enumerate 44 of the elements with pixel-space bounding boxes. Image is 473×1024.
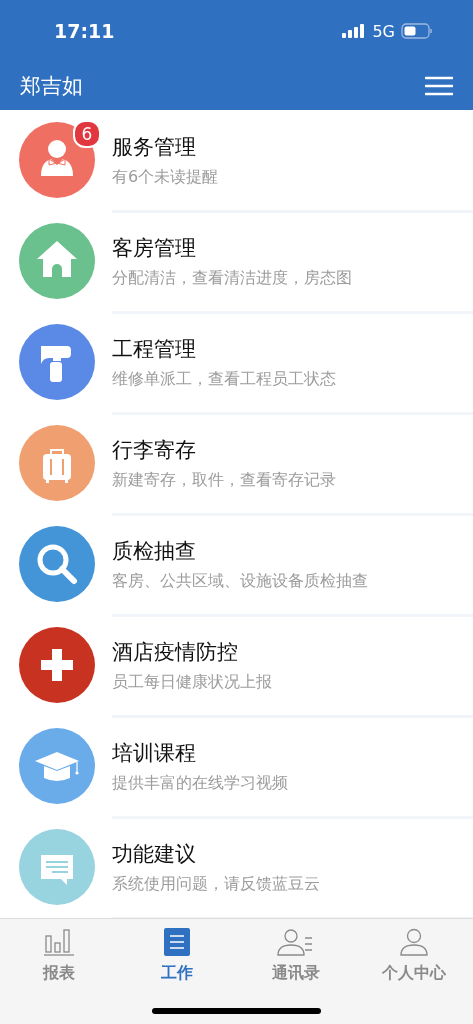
item-title: 培训课程 [112, 739, 197, 767]
list-icon [163, 927, 192, 957]
menu-item[interactable]: 质检抽查 客房、公共区域、设施设备质检抽查 [0, 514, 473, 614]
person-icon [41, 140, 73, 176]
item-title: 服务管理 [112, 133, 197, 161]
menu-item[interactable]: 行李寄存 新建寄存，取件，查看寄存记录 [0, 413, 473, 513]
item-title: 酒店疫情防控 [112, 638, 239, 666]
menu-item[interactable]: 酒店疫情防控 员工每日健康状况上报 [0, 615, 473, 715]
menu-item[interactable]: 工程管理 维修单派工，查看工程员工状态 [0, 312, 473, 412]
contacts-icon [276, 927, 315, 957]
menu-item[interactable]: 功能建议 系统使用问题，请反馈蓝豆云 [0, 817, 473, 917]
tab[interactable]: 工作 [118, 927, 237, 984]
item-title: 客房管理 [112, 234, 197, 262]
battery-icon [401, 23, 433, 39]
item-title: 行李寄存 [112, 436, 197, 464]
item-subtitle: 提供丰富的在线学习视频 [112, 772, 288, 794]
bar-chart-icon [43, 927, 76, 957]
person-icon [397, 927, 430, 957]
item-subtitle: 员工每日健康状况上报 [112, 671, 272, 693]
menu-item[interactable]: 培训课程 提供丰富的在线学习视频 [0, 716, 473, 816]
search-icon [37, 544, 77, 584]
graduation-cap-icon [35, 752, 79, 781]
item-subtitle: 系统使用问题，请反馈蓝豆云 [112, 873, 320, 895]
house-icon [37, 241, 77, 277]
item-title: 质检抽查 [112, 537, 197, 565]
hammer-icon [41, 346, 71, 382]
item-subtitle: 分配清洁，查看清洁进度，房态图 [112, 267, 352, 289]
menu-item[interactable]: 6 服务管理 有6个未读提醒 [0, 110, 473, 210]
header-title: 郑吉如 [20, 73, 83, 100]
menu-item[interactable]: 客房管理 分配清洁，查看清洁进度，房态图 [0, 211, 473, 311]
item-title: 工程管理 [112, 335, 197, 363]
item-subtitle: 客房、公共区域、设施设备质检抽查 [112, 570, 368, 592]
unread-badge: 6 [73, 120, 101, 148]
item-subtitle: 维修单派工，查看工程员工状态 [112, 368, 336, 390]
item-subtitle: 有6个未读提醒 [112, 166, 219, 188]
cross-icon [41, 649, 73, 681]
status-time: 17:11 [54, 20, 116, 42]
menu-icon[interactable] [425, 75, 453, 97]
item-subtitle: 新建寄存，取件，查看寄存记录 [112, 469, 336, 491]
item-title: 功能建议 [112, 840, 197, 868]
signal-icon [342, 24, 367, 38]
chat-bubble-icon [41, 855, 73, 885]
luggage-icon [43, 449, 71, 483]
network-label: 5G [372, 21, 395, 41]
